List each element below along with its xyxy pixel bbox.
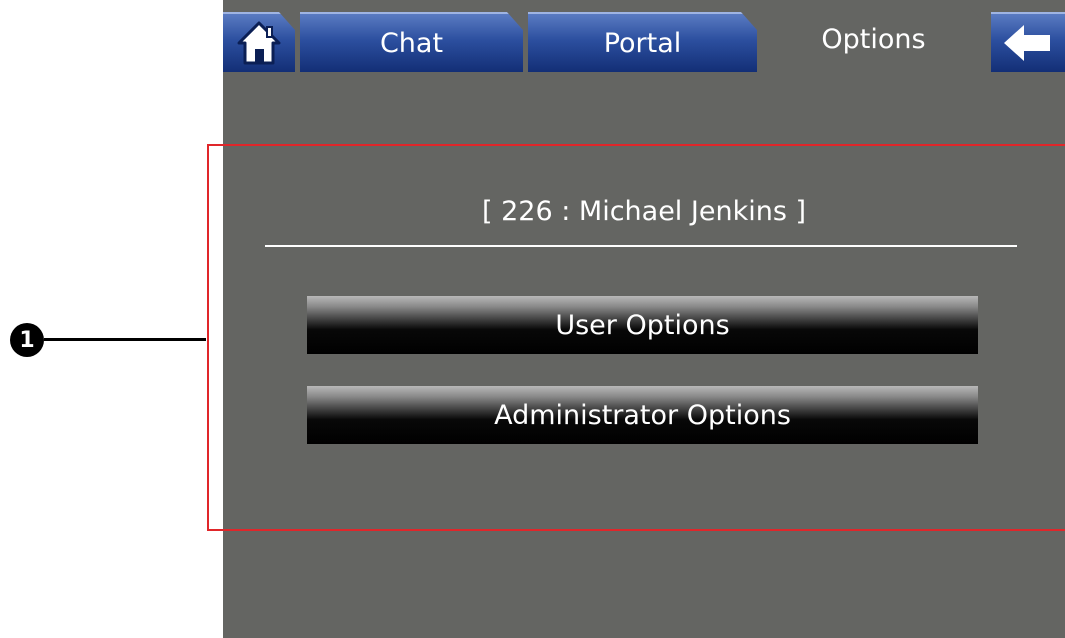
tab-options[interactable]: Options bbox=[761, 6, 986, 72]
back-button[interactable] bbox=[991, 12, 1065, 72]
house-icon bbox=[235, 19, 283, 67]
tab-home[interactable] bbox=[223, 12, 295, 72]
callout-leader-line bbox=[44, 338, 206, 341]
tab-options-label: Options bbox=[821, 23, 926, 55]
tab-portal-label: Portal bbox=[603, 27, 682, 59]
arrow-left-icon bbox=[1004, 25, 1050, 61]
tab-chat[interactable]: Chat bbox=[300, 12, 523, 72]
tab-chat-label: Chat bbox=[379, 27, 444, 59]
tab-portal[interactable]: Portal bbox=[528, 12, 757, 72]
callout-marker: 1 bbox=[10, 323, 44, 357]
callout-highlight-box bbox=[207, 144, 1065, 531]
